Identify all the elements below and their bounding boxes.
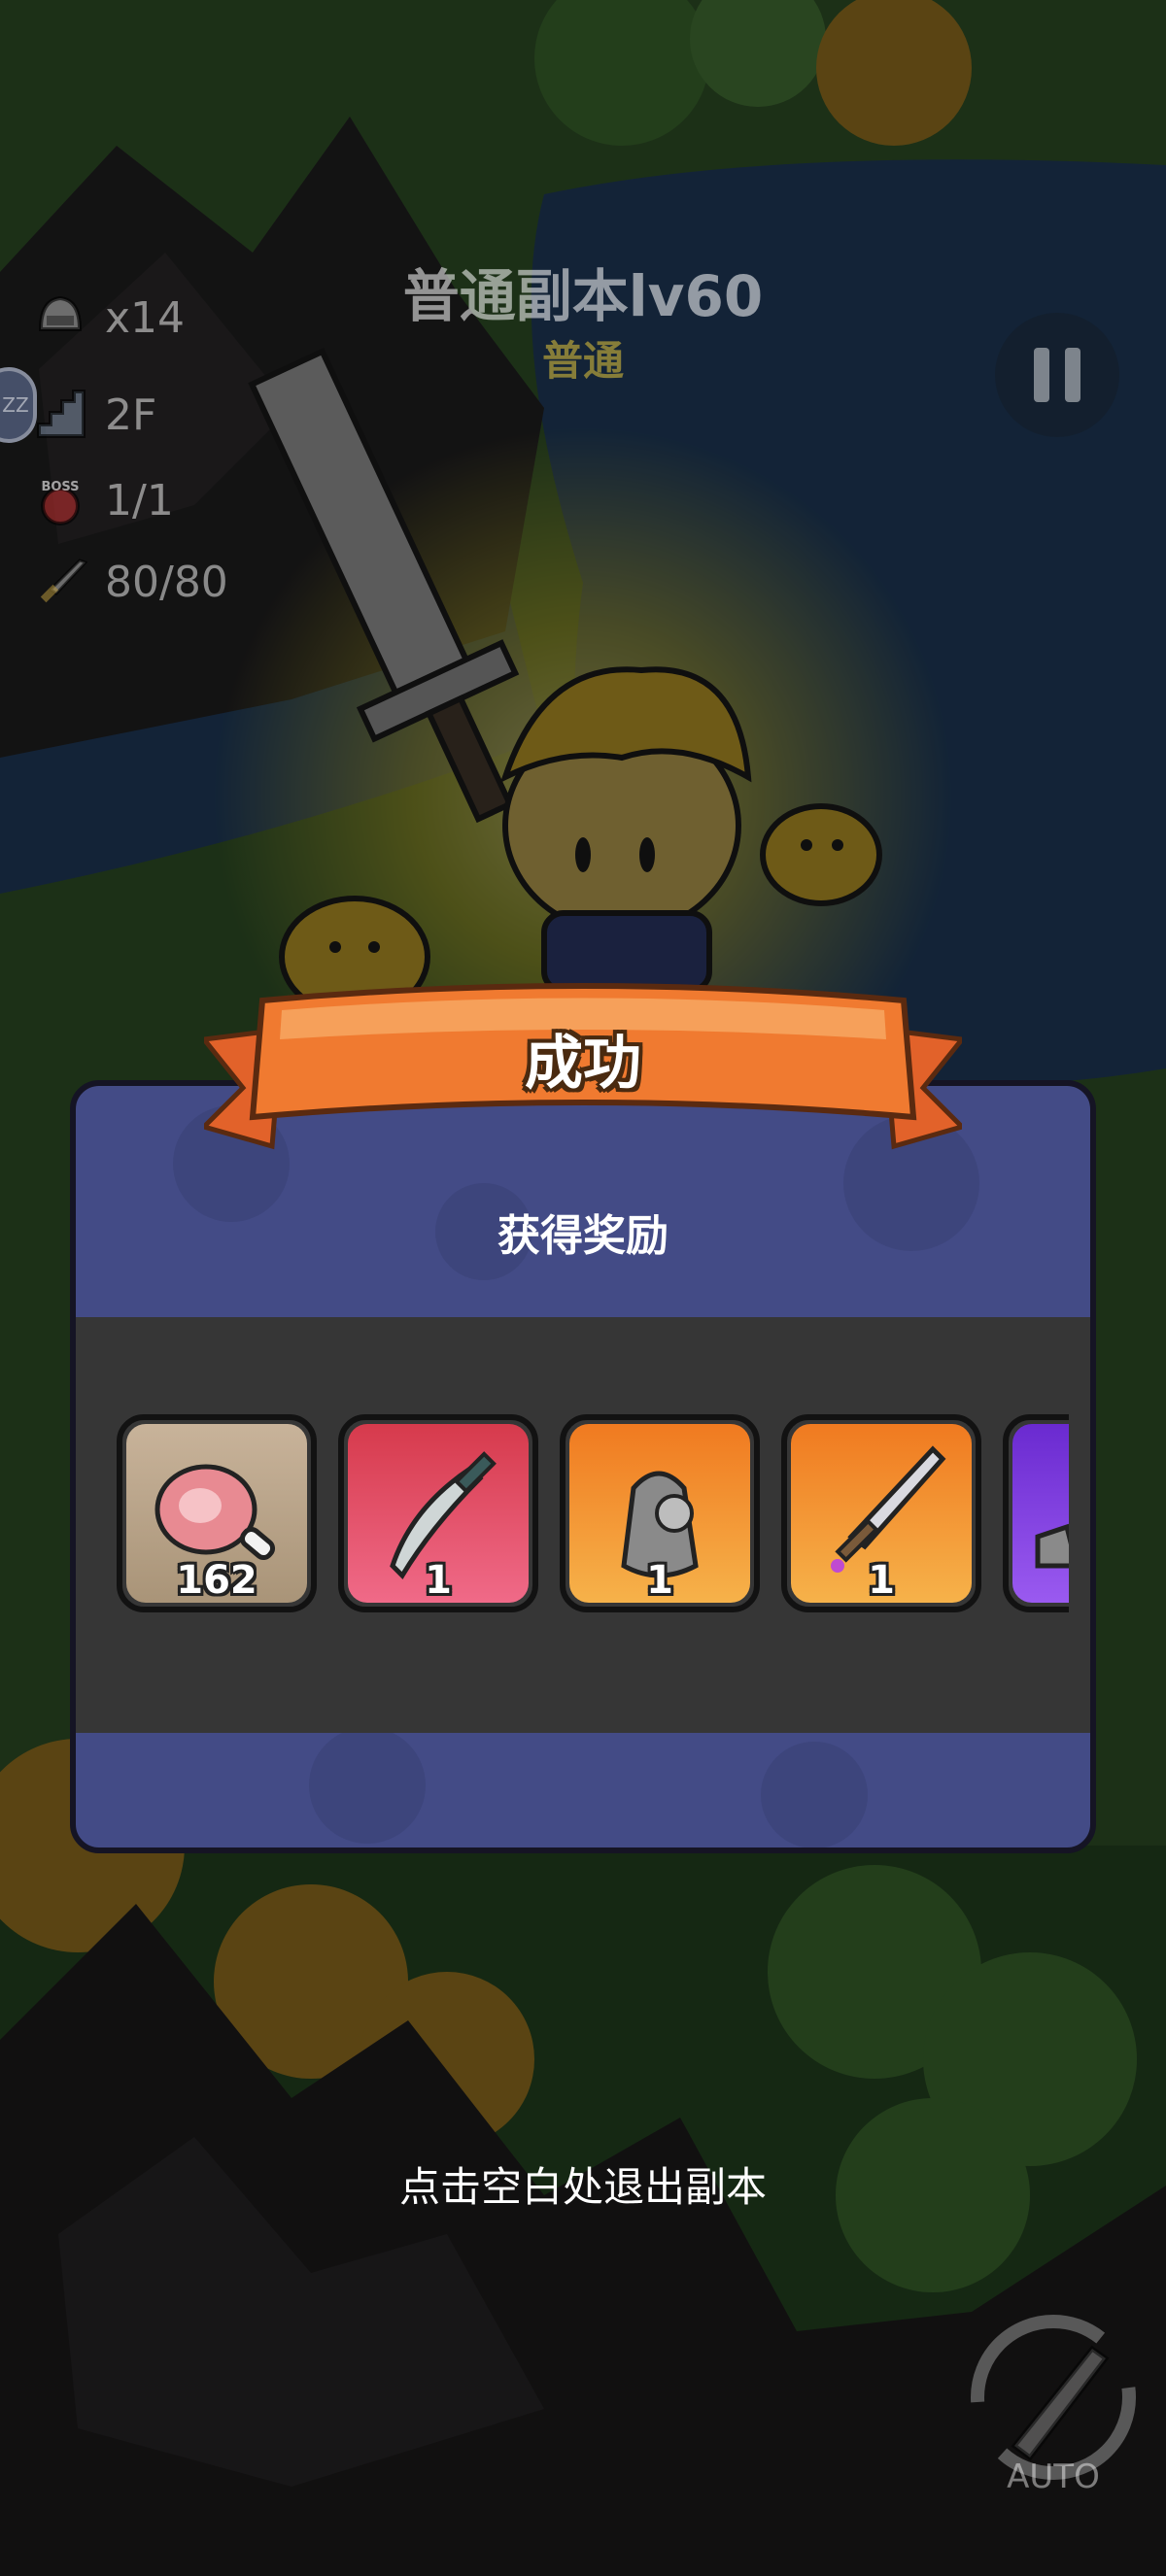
reward-slot-meat[interactable]: 162 bbox=[117, 1414, 317, 1612]
helmet-icon bbox=[31, 288, 89, 347]
boss-icon-text: BOSS bbox=[41, 480, 79, 494]
boots-icon bbox=[1035, 1523, 1069, 1569]
reward-slot-dagger[interactable]: 1 bbox=[338, 1414, 538, 1612]
reward-slot-armor[interactable]: 1 bbox=[560, 1414, 760, 1612]
reward-slot-boots[interactable] bbox=[1003, 1414, 1069, 1612]
stairs-icon bbox=[31, 386, 89, 444]
success-banner-text: 成功 bbox=[525, 1030, 641, 1098]
pause-button[interactable] bbox=[995, 313, 1119, 437]
reward-count: 1 bbox=[646, 1558, 673, 1603]
pause-icon-bar bbox=[1065, 348, 1080, 402]
reward-strip[interactable]: 162 1 1 1 bbox=[76, 1317, 1090, 1733]
reward-count: 162 bbox=[176, 1558, 257, 1603]
stat-boss: BOSS 1/1 bbox=[31, 466, 174, 534]
stat-attempts-value: 80/80 bbox=[105, 557, 228, 607]
sword-icon bbox=[31, 553, 89, 611]
boss-icon: BOSS bbox=[31, 471, 89, 529]
reward-panel: 获得奖励 162 1 1 1 bbox=[70, 1080, 1096, 1853]
stat-helmet-value: x14 bbox=[105, 292, 186, 343]
reward-count: 1 bbox=[868, 1558, 895, 1603]
pause-icon bbox=[1034, 348, 1049, 402]
exit-hint: 点击空白处退出副本 bbox=[398, 2163, 767, 2211]
reward-title: 获得奖励 bbox=[497, 1211, 669, 1261]
reward-count: 1 bbox=[425, 1558, 452, 1603]
stat-boss-value: 1/1 bbox=[105, 475, 174, 525]
stat-floor: 2F bbox=[31, 381, 156, 449]
reward-list[interactable]: 162 1 1 1 bbox=[117, 1414, 1069, 1618]
stat-helmet: x14 bbox=[31, 284, 185, 352]
auto-label: AUTO bbox=[1007, 2457, 1100, 2496]
stat-attempts: 80/80 bbox=[31, 548, 228, 616]
stat-floor-value: 2F bbox=[105, 390, 157, 440]
reward-slot-sword[interactable]: 1 bbox=[781, 1414, 981, 1612]
